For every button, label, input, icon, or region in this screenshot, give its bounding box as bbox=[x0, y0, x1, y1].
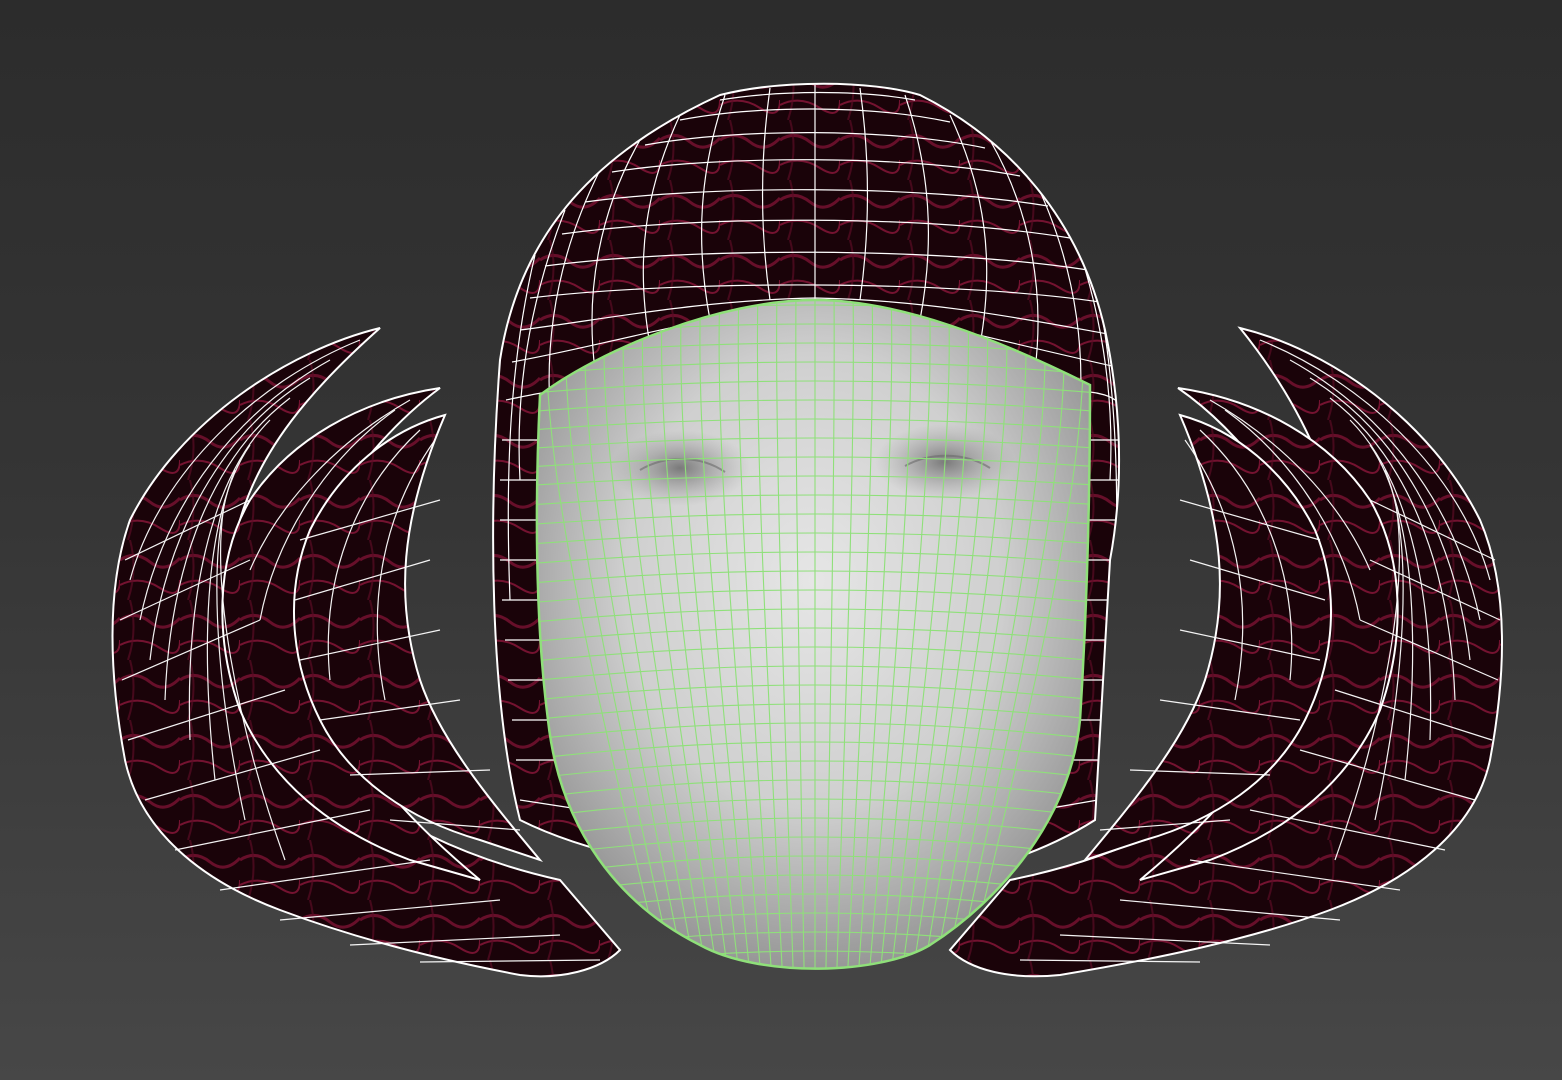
3d-viewport[interactable] bbox=[0, 0, 1562, 1080]
left-eye-socket bbox=[610, 430, 750, 506]
scene-canvas[interactable] bbox=[0, 0, 1562, 1080]
